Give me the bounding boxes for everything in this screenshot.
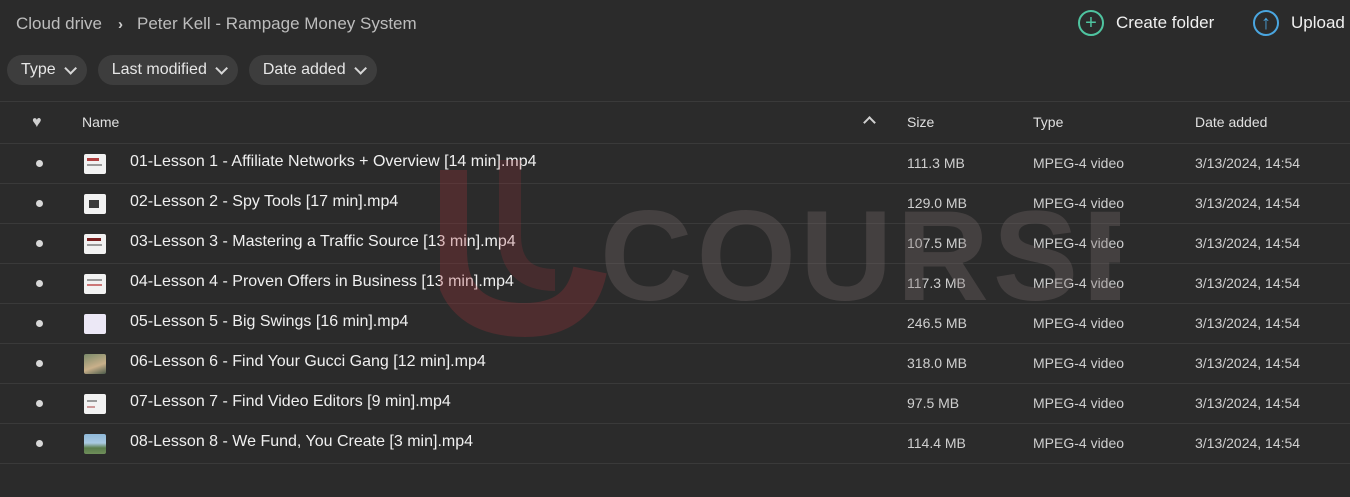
file-type: MPEG-4 video [1033,395,1125,411]
file-date-added: 3/13/2024, 14:54 [1195,235,1301,251]
file-name: 06-Lesson 6 - Find Your Gucci Gang [12 m… [130,353,486,370]
table-row[interactable]: 07-Lesson 7 - Find Video Editors [9 min]… [0,384,1350,424]
file-type: MPEG-4 video [1033,355,1125,371]
file-name: 02-Lesson 2 - Spy Tools [17 min].mp4 [130,193,399,210]
breadcrumb: Cloud drive › Peter Kell - Rampage Money S… [16,14,417,34]
file-size: 117.3 MB [907,275,966,291]
upload-button[interactable]: ↑ Upload [1253,10,1345,36]
filter-type-dropdown[interactable]: Type [7,55,87,85]
file-type: MPEG-4 video [1033,235,1125,251]
file-date-added: 3/13/2024, 14:54 [1195,315,1301,331]
row-marker-dot [36,360,43,367]
chevron-down-icon [353,61,367,75]
filter-date-added-dropdown[interactable]: Date added [248,55,377,85]
file-name: 05-Lesson 5 - Big Swings [16 min].mp4 [130,313,409,330]
table-row[interactable]: 05-Lesson 5 - Big Swings [16 min].mp4 24… [0,304,1350,344]
top-bar: Cloud drive › Peter Kell - Rampage Money S… [0,0,1350,50]
row-marker-dot [36,200,43,207]
video-thumbnail [84,154,106,174]
row-marker-dot [36,240,43,247]
row-marker-dot [36,440,43,447]
chevron-down-icon [215,61,228,75]
column-header-type[interactable]: Type [1033,114,1063,130]
create-folder-button[interactable]: + Create folder [1078,10,1214,36]
toolbar-actions: + Create folder ↑ Upload [1078,10,1350,36]
video-thumbnail [84,314,106,334]
filter-date-added-label: Date added [262,61,346,78]
file-date-added: 3/13/2024, 14:54 [1195,195,1301,211]
file-type: MPEG-4 video [1033,315,1125,331]
file-type: MPEG-4 video [1033,275,1125,291]
file-type: MPEG-4 video [1033,195,1125,211]
video-thumbnail [84,354,106,374]
table-row[interactable]: 03-Lesson 3 - Mastering a Traffic Source… [0,224,1350,264]
breadcrumb-current[interactable]: Peter Kell - Rampage Money System [137,14,417,33]
chevron-right-icon: › [118,16,123,33]
filter-last-modified-label: Last modified [111,61,207,78]
heart-icon[interactable]: ♥ [32,114,42,132]
file-type: MPEG-4 video [1033,435,1125,451]
video-thumbnail [84,194,106,214]
row-marker-dot [36,400,43,407]
file-size: 114.4 MB [907,435,966,451]
sort-ascending-icon[interactable] [863,116,876,129]
table-row[interactable]: 01-Lesson 1 - Affiliate Networks + Overv… [0,144,1350,184]
breadcrumb-root[interactable]: Cloud drive [16,14,102,33]
plus-circle-icon: + [1078,10,1104,36]
file-type: MPEG-4 video [1033,155,1125,171]
table-row[interactable]: 08-Lesson 8 - We Fund, You Create [3 min… [0,424,1350,464]
file-date-added: 3/13/2024, 14:54 [1195,155,1301,171]
table-row[interactable]: 06-Lesson 6 - Find Your Gucci Gang [12 m… [0,344,1350,384]
file-name: 01-Lesson 1 - Affiliate Networks + Overv… [130,153,537,170]
video-thumbnail [84,434,106,454]
file-date-added: 3/13/2024, 14:54 [1195,355,1301,371]
row-marker-dot [36,320,43,327]
row-marker-dot [36,280,43,287]
column-header-date-added[interactable]: Date added [1195,114,1267,130]
file-size: 318.0 MB [907,355,967,371]
file-date-added: 3/13/2024, 14:54 [1195,275,1301,291]
chevron-down-icon [63,61,77,75]
file-size: 107.5 MB [907,235,967,251]
filter-type-label: Type [21,61,56,78]
row-marker-dot [36,160,43,167]
file-date-added: 3/13/2024, 14:54 [1195,435,1301,451]
filter-last-modified-dropdown[interactable]: Last modified [97,55,238,85]
file-size: 97.5 MB [907,395,960,411]
file-name: 07-Lesson 7 - Find Video Editors [9 min]… [130,393,451,410]
file-name: 03-Lesson 3 - Mastering a Traffic Source… [130,233,516,250]
column-header-name[interactable]: Name [82,114,119,130]
file-table: ♥ Name Size Type Date added 01-Lesson 1 … [0,101,1350,464]
video-thumbnail [84,394,106,414]
video-thumbnail [84,234,106,254]
file-size: 129.0 MB [907,195,967,211]
video-thumbnail [84,274,106,294]
table-row[interactable]: 02-Lesson 2 - Spy Tools [17 min].mp4 129… [0,184,1350,224]
upload-label: Upload [1291,13,1345,32]
file-size: 111.3 MB [907,155,965,171]
table-header: ♥ Name Size Type Date added [0,101,1350,144]
filter-bar: Type Last modified Date added [7,55,377,85]
upload-arrow-icon: ↑ [1253,10,1280,36]
create-folder-label: Create folder [1116,13,1215,32]
column-header-size[interactable]: Size [907,114,934,130]
file-size: 246.5 MB [907,315,967,331]
file-name: 04-Lesson 4 - Proven Offers in Business … [130,273,514,290]
table-row[interactable]: 04-Lesson 4 - Proven Offers in Business … [0,264,1350,304]
file-date-added: 3/13/2024, 14:54 [1195,395,1301,411]
file-name: 08-Lesson 8 - We Fund, You Create [3 min… [130,433,474,450]
